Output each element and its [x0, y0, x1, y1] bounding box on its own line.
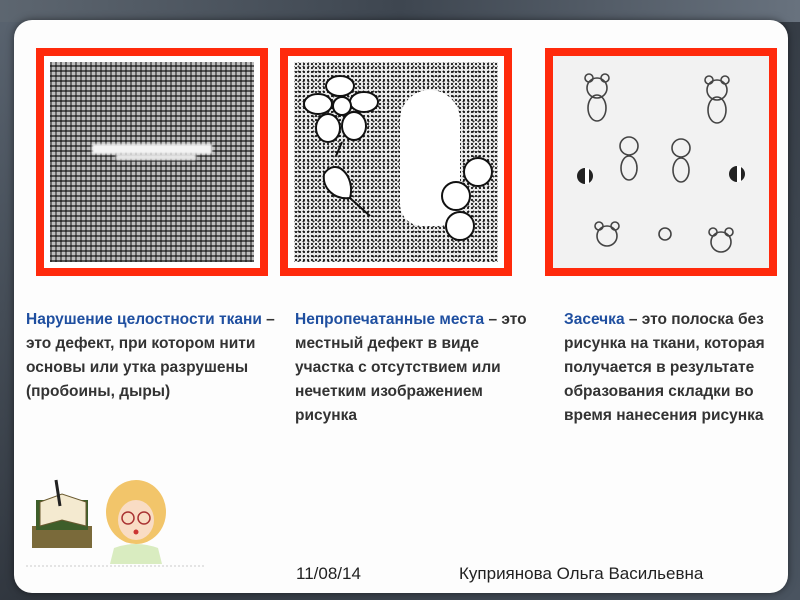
image-frame-crease — [545, 48, 777, 276]
image-frame-fabric-hole — [36, 48, 268, 276]
slide: Нарушение целостности ткани – это дефект… — [14, 20, 788, 593]
caption-unprinted: Непропечатанные места – это местный дефе… — [295, 308, 540, 428]
caption-crease: Засечка – это полоска без рисунка на тка… — [564, 308, 774, 428]
background-top-strip — [0, 0, 800, 22]
fabric-hole — [92, 144, 212, 154]
caption-fabric-hole: Нарушение целостности ткани – это дефект… — [26, 308, 276, 404]
image-frame-unprinted — [280, 48, 512, 276]
footer-author: Куприянова Ольга Васильевна — [459, 564, 704, 583]
caption-lead: Засечка — [564, 311, 625, 328]
footer-date: 11/08/14 — [296, 564, 361, 583]
girl-with-book-illustration — [26, 479, 204, 567]
caption-lead: Непропечатанные места — [295, 311, 485, 328]
flower-drawings — [303, 75, 493, 241]
caption-lead: Нарушение целостности ткани — [26, 311, 262, 328]
woven-fabric-image — [50, 62, 254, 262]
bears-drawings — [577, 73, 745, 253]
